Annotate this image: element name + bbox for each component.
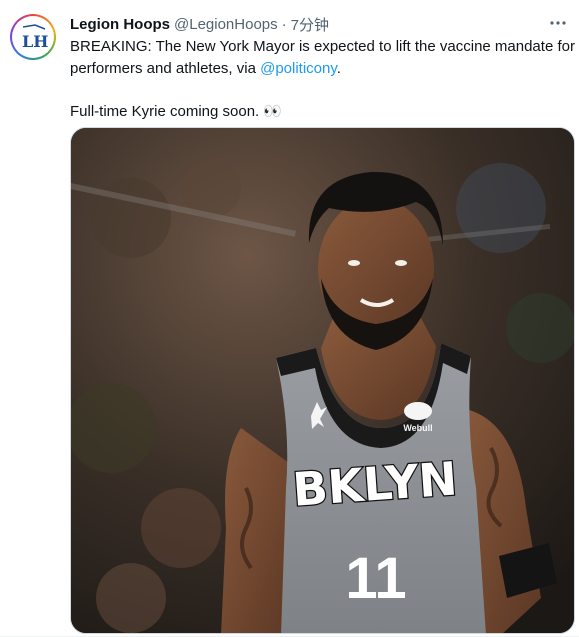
author-avatar[interactable]: LH (10, 14, 56, 60)
jersey-wordmark: BKLYN (291, 451, 459, 516)
tweet-timestamp[interactable]: 7分钟 (291, 14, 329, 35)
jersey-sponsor: Webull (403, 423, 432, 433)
author-handle[interactable]: @LegionHoops (174, 16, 278, 33)
tweet-header: Legion Hoops @LegionHoops · 7分钟 (70, 13, 559, 35)
tweet-text-line-1: BREAKING: The New York Mayor is expected… (70, 36, 575, 80)
tweet-text: BREAKING: The New York Mayor is expected… (70, 36, 575, 123)
player-photo-image: Webull BKLYN 11 (71, 128, 574, 633)
more-button[interactable] (545, 10, 571, 36)
tweet-text-period: . (336, 60, 341, 77)
tweet-card[interactable]: LH Legion Hoops @LegionHoops · 7分钟 BREAK… (0, 0, 579, 637)
mention-link[interactable]: @politicony (260, 60, 337, 77)
tweet-photo[interactable]: Webull BKLYN 11 (70, 127, 575, 634)
header-separator: · (281, 15, 287, 33)
more-horizontal-icon (550, 21, 566, 25)
tweet-text-line-2: Full-time Kyrie coming soon. 👀 (70, 103, 283, 120)
legion-hoops-logo-icon: LH (17, 21, 49, 53)
jersey-number: 11 (345, 546, 406, 611)
svg-text:LH: LH (22, 32, 48, 51)
author-name[interactable]: Legion Hoops (70, 16, 170, 33)
